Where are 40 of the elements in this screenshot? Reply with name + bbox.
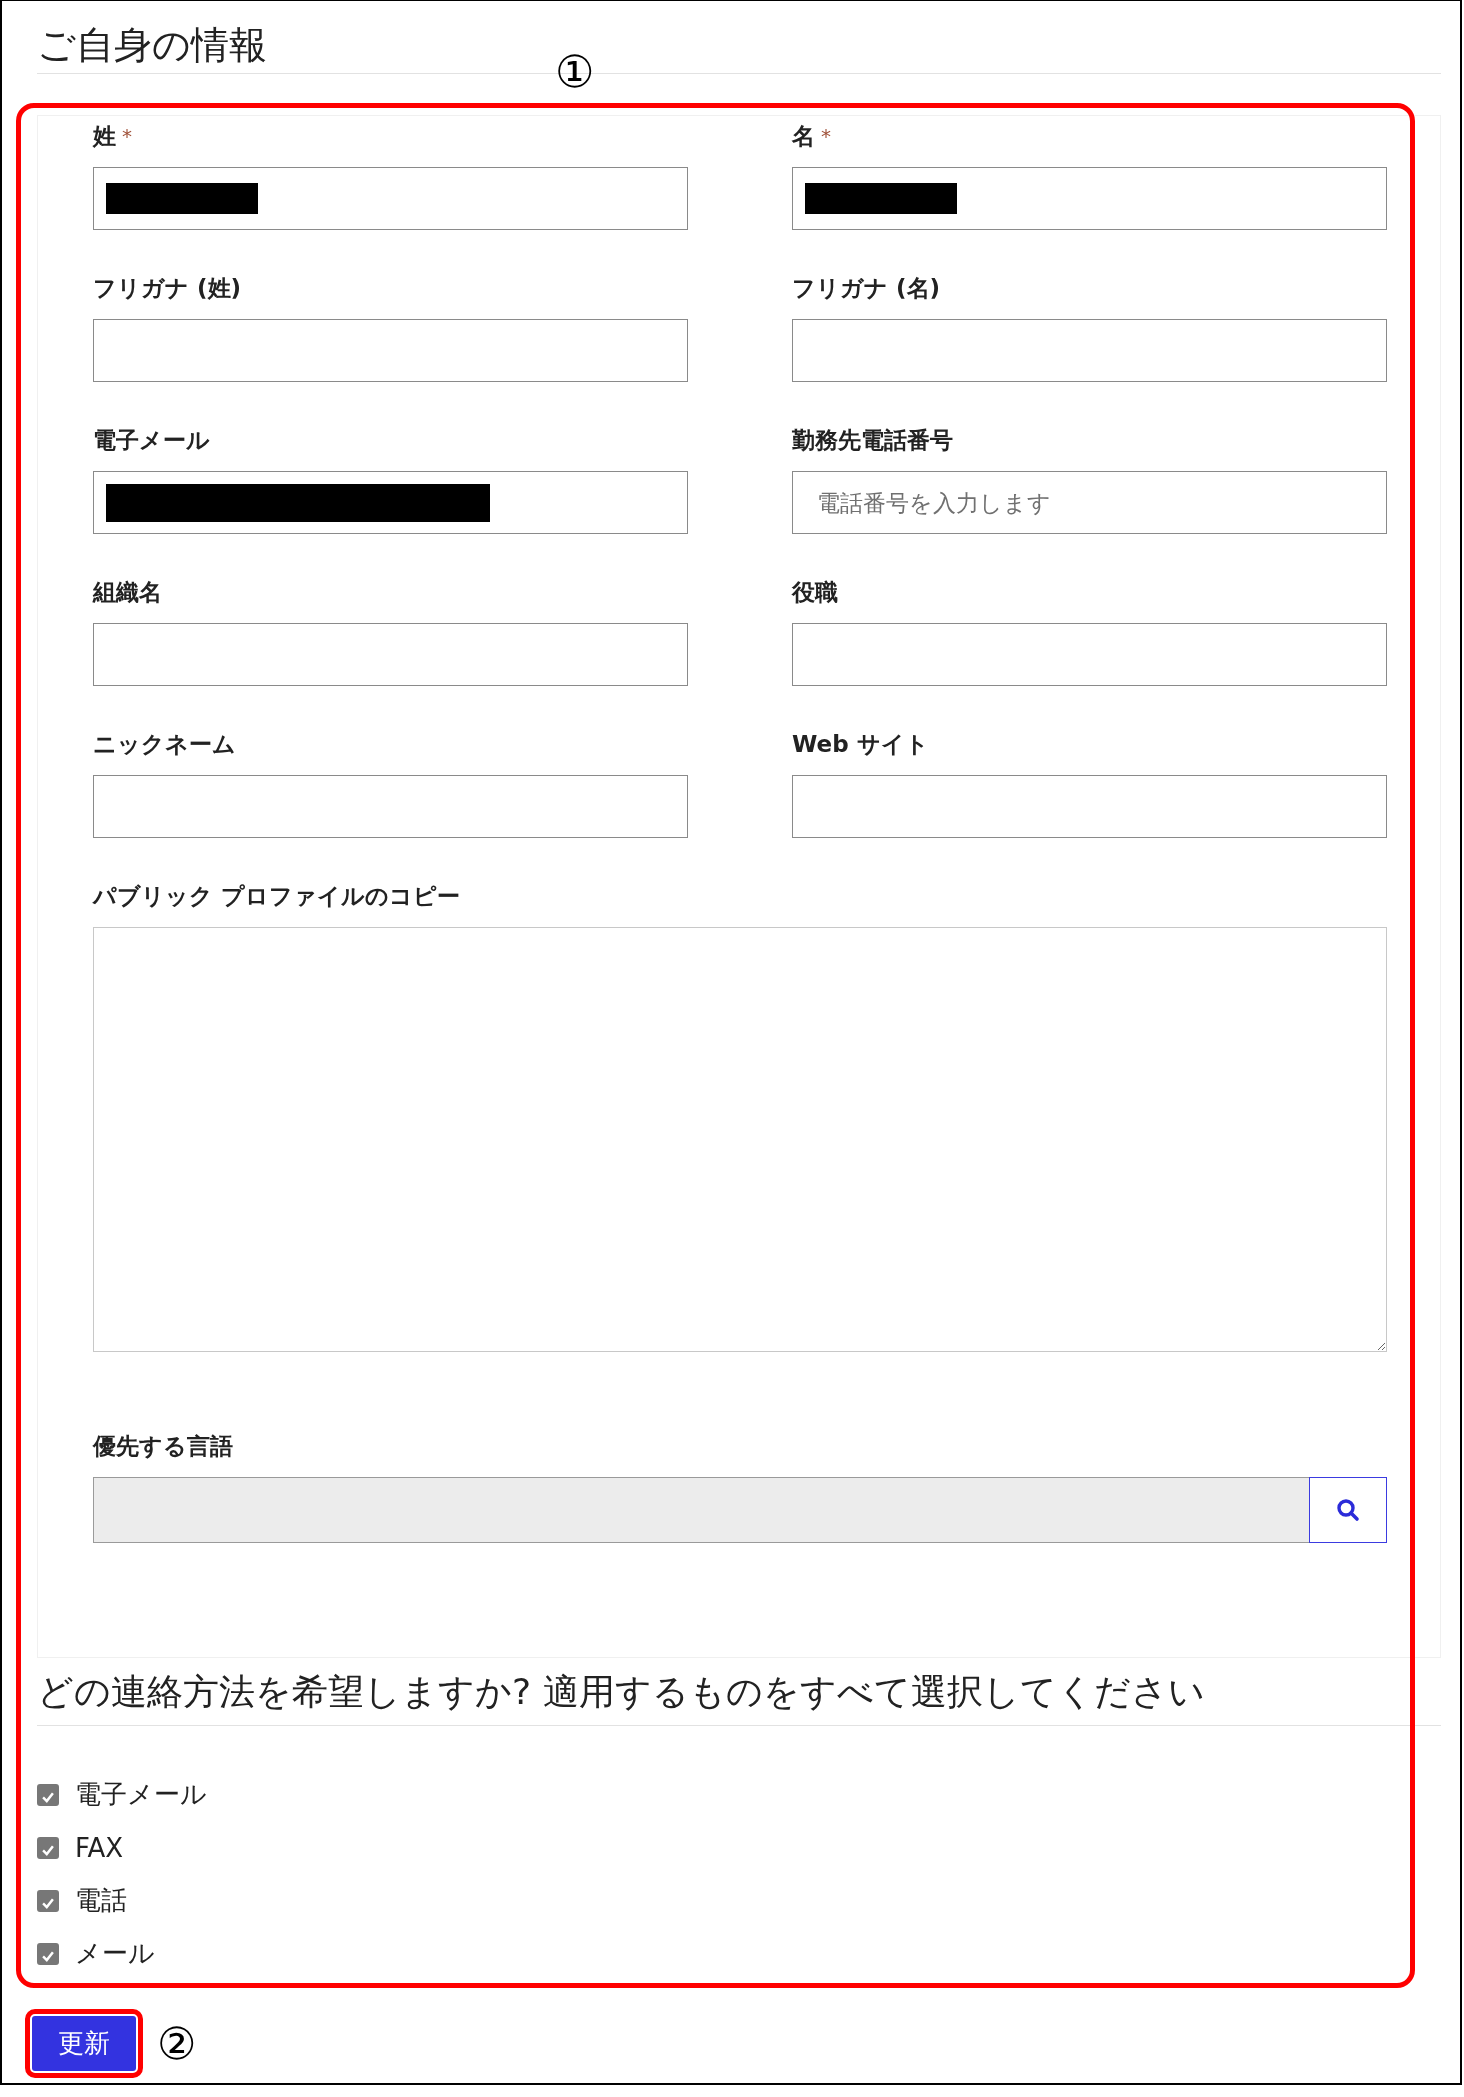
input-field[interactable] bbox=[93, 167, 688, 230]
input-field[interactable] bbox=[93, 471, 688, 534]
field-label: 勤務先電話番号 bbox=[792, 425, 953, 455]
section-title: どの連絡方法を希望しますか? 適用するものをすべて選択してください bbox=[37, 1668, 1441, 1726]
input-field[interactable]: 電話番号を入力します bbox=[792, 471, 1387, 534]
textarea-field[interactable] bbox=[93, 927, 1387, 1352]
input-field[interactable] bbox=[93, 319, 688, 382]
field-label: フリガナ (名) bbox=[792, 273, 941, 303]
annotation-number: ② bbox=[157, 2021, 197, 2066]
field-label: フリガナ (姓) bbox=[93, 273, 242, 303]
field-label: Web サイト bbox=[792, 729, 929, 759]
checkbox[interactable] bbox=[37, 1889, 59, 1912]
field-label: 優先する言語 bbox=[93, 1431, 233, 1461]
input-field[interactable] bbox=[792, 623, 1387, 686]
field-label: 名 bbox=[792, 121, 815, 151]
checkbox[interactable] bbox=[37, 1836, 59, 1859]
field-label: 役職 bbox=[792, 577, 838, 607]
field-label: 姓 bbox=[93, 121, 116, 151]
input-field[interactable] bbox=[93, 775, 688, 838]
checkbox-label: メール bbox=[75, 1937, 155, 1970]
field-label: ニックネーム bbox=[93, 729, 236, 759]
input-field[interactable] bbox=[792, 167, 1387, 230]
required-mark: * bbox=[122, 124, 132, 148]
text-input[interactable]: 電話番号を入力します bbox=[805, 489, 1374, 516]
input-field[interactable] bbox=[792, 319, 1387, 382]
field-label: パブリック プロファイルのコピー bbox=[93, 881, 460, 911]
field-label: 電子メール bbox=[93, 425, 210, 455]
update-button[interactable]: 更新 bbox=[32, 2016, 136, 2071]
checkbox[interactable] bbox=[37, 1783, 59, 1806]
field-label: 組織名 bbox=[93, 577, 162, 607]
checkbox[interactable] bbox=[37, 1942, 59, 1965]
checkbox-label: 電子メール bbox=[75, 1778, 207, 1811]
input-field[interactable] bbox=[792, 775, 1387, 838]
search-button[interactable] bbox=[1309, 1477, 1387, 1543]
annotation-number: ① bbox=[555, 50, 595, 94]
required-mark: * bbox=[821, 124, 831, 148]
input-field[interactable] bbox=[93, 623, 688, 686]
search-icon bbox=[1336, 1498, 1360, 1522]
checkbox-label: 電話 bbox=[75, 1884, 127, 1917]
checkbox-label: FAX bbox=[75, 1832, 124, 1863]
